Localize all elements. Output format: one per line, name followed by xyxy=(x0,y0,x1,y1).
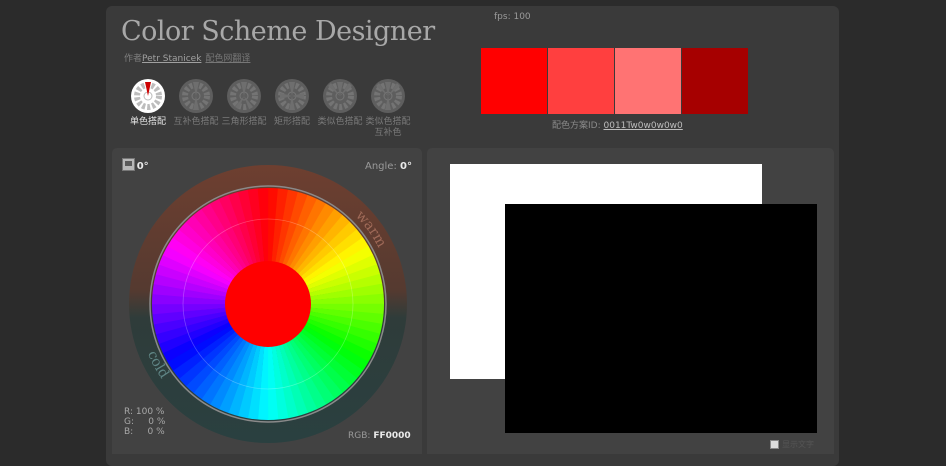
app-title: Color Scheme Designer xyxy=(121,16,435,47)
show-text-checkbox[interactable] xyxy=(770,440,779,449)
fps-counter: fps: 100 xyxy=(494,12,531,22)
credit-prefix: 作者 xyxy=(124,54,143,64)
mode-label: 矩形搭配 xyxy=(273,117,310,127)
mode-label: 类似色搭配 xyxy=(317,117,363,127)
palette-swatches xyxy=(481,48,749,114)
swatch-dark[interactable] xyxy=(682,48,748,114)
mode-label: 三角形搭配 xyxy=(221,117,267,127)
mode-label: 单色搭配 xyxy=(129,117,166,127)
swatch-lighter[interactable] xyxy=(615,48,681,114)
show-text-label: 显示文字 xyxy=(782,440,814,449)
mode-label: 互补色搭配 xyxy=(173,117,219,127)
show-text-option: 显示文字 xyxy=(770,439,814,450)
rgb-percentages: R: 100 % G: 0 % B: 0 % xyxy=(124,407,165,437)
g-percent: G: 0 % xyxy=(124,417,166,427)
scheme-mode-selector: 单色搭配 互补色搭配 三角形搭配 矩形搭配 类似色搭配 类似色搭配互补色 xyxy=(124,78,414,138)
color-wheel[interactable]: warm cold xyxy=(127,163,409,445)
mode-triad[interactable]: 三角形搭配 xyxy=(220,78,268,128)
scheme-id-label: 配色方案ID: xyxy=(552,121,601,131)
swatch-light[interactable] xyxy=(548,48,614,114)
rgb-hex-readout: RGB: FF0000 xyxy=(348,431,411,441)
mode-analogic[interactable]: 类似色搭配 xyxy=(316,78,364,128)
tetrad-scheme-icon xyxy=(275,79,309,113)
credit-line: 作者Petr Stanicek 配色网翻译 xyxy=(124,51,250,64)
mode-accented-analogic[interactable]: 类似色搭配互补色 xyxy=(364,78,412,139)
author-link[interactable]: Petr Stanicek xyxy=(142,54,201,64)
selected-hue-dot[interactable] xyxy=(225,261,311,347)
rgb-value: FF0000 xyxy=(373,431,411,441)
r-percent: R: 100 % xyxy=(124,407,165,417)
accented-analogic-icon xyxy=(371,79,405,113)
mode-mono[interactable]: 单色搭配 xyxy=(124,78,172,128)
complement-scheme-icon xyxy=(179,79,213,113)
mono-scheme-icon xyxy=(131,79,165,113)
mode-complement[interactable]: 互补色搭配 xyxy=(172,78,220,128)
dark-page-preview xyxy=(505,204,817,433)
scheme-id: 配色方案ID: 0011Tw0w0w0w0 xyxy=(552,118,683,131)
b-percent: B: 0 % xyxy=(124,427,165,437)
triad-scheme-icon xyxy=(227,79,261,113)
translator-link[interactable]: 配色网翻译 xyxy=(205,54,250,64)
rgb-label: RGB: xyxy=(348,431,371,441)
analogic-scheme-icon xyxy=(323,79,357,113)
mode-label: 类似色搭配互补色 xyxy=(365,117,411,138)
scheme-id-link[interactable]: 0011Tw0w0w0w0 xyxy=(604,121,683,131)
mode-tetrad[interactable]: 矩形搭配 xyxy=(268,78,316,128)
swatch-primary[interactable] xyxy=(481,48,547,114)
